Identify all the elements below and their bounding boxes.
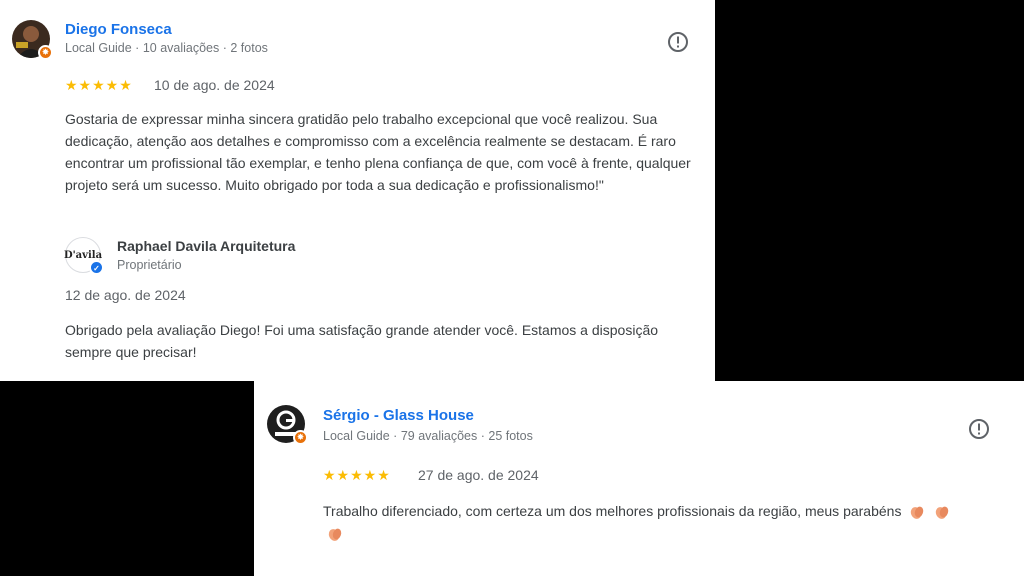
verified-check-icon: ✓ [89,260,104,275]
author-name[interactable]: Diego Fonseca [65,21,172,38]
clapping-hands-icon [911,506,924,520]
owner-role: Proprietário [117,258,182,272]
review-date: 27 de ago. de 2024 [418,467,539,483]
owner-logo: D'avila ✓ [63,237,104,275]
star-rating: ★★★★★ [65,77,133,93]
report-icon[interactable] [667,31,689,53]
reply-text: Obrigado pela avaliação Diego! Foi uma s… [65,322,659,360]
clapping-hands-icon [328,528,342,542]
owner-name: Raphael Davila Arquitetura [117,238,296,254]
review-text: Gostaria de expressar minha sincera grat… [65,111,691,193]
local-guide-badge-icon: ✸ [293,430,308,445]
avatar-sergio[interactable]: ✸ [267,405,308,445]
avatar-diego[interactable]: ✸ [12,20,53,60]
author-name[interactable]: Sérgio - Glass House [323,407,474,424]
report-icon[interactable] [968,418,990,440]
review-text: Trabalho diferenciado, com certeza um do… [323,503,902,519]
review-card-sergio: ✸ Sérgio - Glass House Local Guide · 79 … [254,381,1024,576]
author-meta: Local Guide · 79 avaliações · 25 fotos [323,429,533,443]
review-card-diego: ✸ Diego Fonseca Local Guide · 10 avaliaç… [0,0,715,381]
local-guide-badge-icon: ✸ [38,45,53,60]
reply-date: 12 de ago. de 2024 [65,287,186,303]
clapping-hands-icon [936,506,949,520]
review-text-block: Trabalho diferenciado, com certeza um do… [323,500,963,544]
review-date: 10 de ago. de 2024 [154,77,275,93]
author-meta: Local Guide · 10 avaliações · 2 fotos [65,41,268,55]
star-rating: ★★★★★ [323,467,391,483]
owner-logo-text: D'avila [63,249,103,261]
